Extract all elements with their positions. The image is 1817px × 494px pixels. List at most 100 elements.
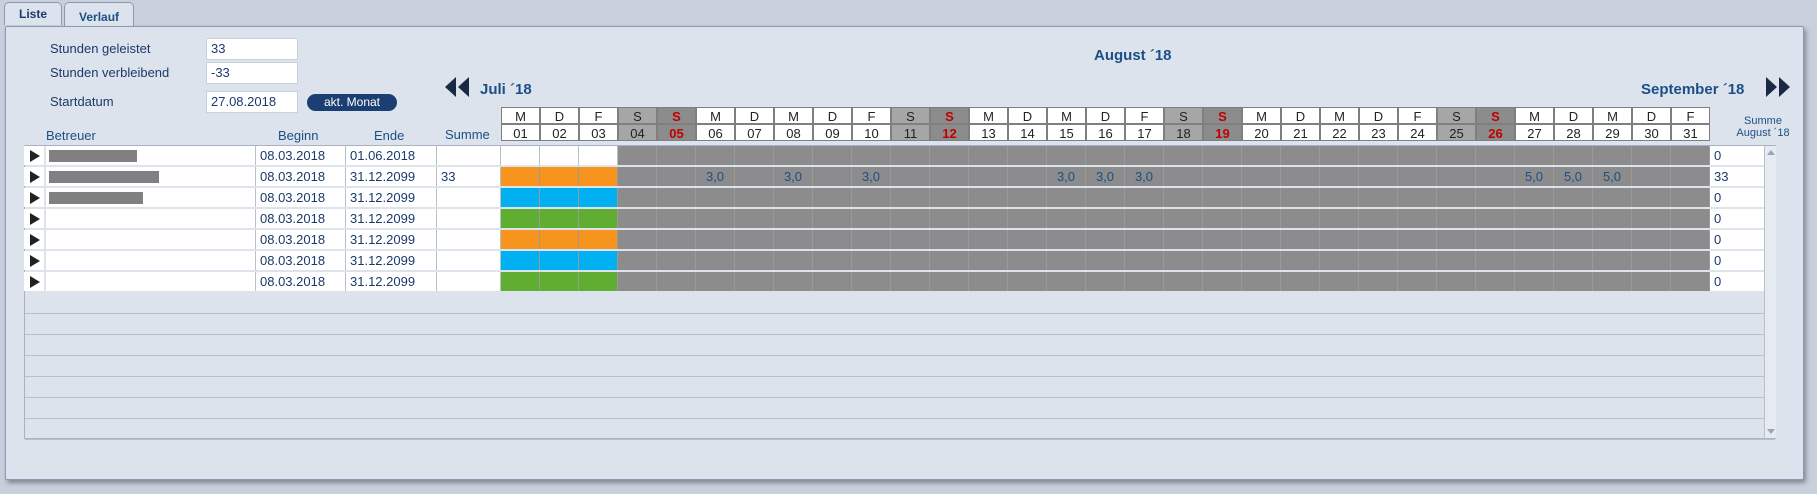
day-cell[interactable] (1203, 146, 1242, 165)
day-cell[interactable] (1593, 146, 1632, 165)
day-cell[interactable] (540, 146, 579, 165)
day-cell[interactable] (1086, 230, 1125, 249)
day-cell[interactable] (579, 167, 618, 186)
day-cell[interactable] (969, 146, 1008, 165)
day-cell[interactable] (1554, 251, 1593, 270)
day-cell[interactable] (774, 188, 813, 207)
day-cell[interactable] (891, 272, 930, 291)
day-cell[interactable] (579, 272, 618, 291)
day-cell[interactable] (1164, 230, 1203, 249)
day-cell[interactable] (1359, 188, 1398, 207)
day-cell[interactable] (1086, 146, 1125, 165)
day-cell[interactable] (735, 188, 774, 207)
day-cell[interactable] (891, 146, 930, 165)
day-cell[interactable] (774, 272, 813, 291)
day-cell[interactable] (1203, 251, 1242, 270)
day-cell[interactable] (1398, 209, 1437, 228)
day-cell[interactable] (1164, 272, 1203, 291)
day-cell[interactable] (852, 251, 891, 270)
day-cell[interactable] (1671, 230, 1710, 249)
day-cell[interactable] (891, 167, 930, 186)
day-cell[interactable] (774, 146, 813, 165)
day-cell[interactable] (1047, 146, 1086, 165)
day-cell[interactable] (618, 146, 657, 165)
day-cell[interactable] (1125, 272, 1164, 291)
day-cell[interactable] (1047, 209, 1086, 228)
day-cell[interactable] (969, 188, 1008, 207)
table-row[interactable]: 08.03.2018 31.12.2099 0 (24, 209, 1776, 228)
day-cell[interactable] (579, 209, 618, 228)
hours-done-field[interactable]: 33 (206, 38, 298, 60)
day-cell[interactable] (1437, 230, 1476, 249)
day-cell[interactable] (852, 230, 891, 249)
day-cell[interactable] (618, 209, 657, 228)
day-cell[interactable] (1593, 272, 1632, 291)
day-cell[interactable] (1671, 146, 1710, 165)
day-cell[interactable] (1164, 251, 1203, 270)
day-cell[interactable] (1164, 146, 1203, 165)
day-cell[interactable] (1515, 272, 1554, 291)
day-cell[interactable] (1632, 167, 1671, 186)
expand-arrow-icon[interactable] (24, 272, 44, 291)
day-cell[interactable] (618, 251, 657, 270)
next-month-icon[interactable] (1765, 76, 1791, 98)
day-cell[interactable] (1359, 230, 1398, 249)
day-cell[interactable] (930, 167, 969, 186)
day-cell[interactable] (1437, 167, 1476, 186)
day-cell[interactable] (1086, 209, 1125, 228)
day-cell[interactable] (657, 209, 696, 228)
day-cell[interactable] (813, 251, 852, 270)
day-cell[interactable] (891, 188, 930, 207)
day-cell[interactable] (1476, 251, 1515, 270)
tab-liste[interactable]: Liste (4, 2, 63, 25)
day-cell[interactable] (1281, 230, 1320, 249)
day-cell[interactable] (1320, 251, 1359, 270)
day-cell[interactable] (930, 146, 969, 165)
vertical-scrollbar[interactable] (1764, 146, 1776, 438)
day-cell[interactable] (1320, 230, 1359, 249)
day-cell[interactable] (696, 209, 735, 228)
day-cell[interactable] (1008, 167, 1047, 186)
day-cell[interactable] (696, 188, 735, 207)
day-cell[interactable] (813, 272, 852, 291)
day-cell[interactable] (774, 209, 813, 228)
day-cell[interactable] (1008, 272, 1047, 291)
day-cell[interactable] (540, 167, 579, 186)
day-cell[interactable] (930, 272, 969, 291)
day-cell[interactable] (1242, 188, 1281, 207)
day-cell[interactable] (735, 230, 774, 249)
day-cell[interactable] (1593, 188, 1632, 207)
day-cell[interactable] (1671, 167, 1710, 186)
day-cell[interactable]: 5,0 (1593, 167, 1632, 186)
day-cell[interactable] (1437, 251, 1476, 270)
expand-arrow-icon[interactable] (24, 230, 44, 249)
table-row[interactable]: 08.03.2018 31.12.2099 0 (24, 251, 1776, 270)
day-cell[interactable] (501, 251, 540, 270)
prev-month-icon[interactable] (444, 76, 470, 98)
day-cell[interactable] (1476, 167, 1515, 186)
day-cell[interactable] (852, 209, 891, 228)
day-cell[interactable] (696, 146, 735, 165)
day-cell[interactable] (1320, 188, 1359, 207)
day-cell[interactable] (852, 272, 891, 291)
day-cell[interactable] (1242, 209, 1281, 228)
day-cell[interactable] (540, 230, 579, 249)
day-cell[interactable] (657, 188, 696, 207)
day-cell[interactable] (1164, 167, 1203, 186)
day-cell[interactable] (1086, 251, 1125, 270)
day-cell[interactable]: 3,0 (1047, 167, 1086, 186)
day-cell[interactable] (1242, 251, 1281, 270)
day-cell[interactable] (1515, 251, 1554, 270)
day-cell[interactable] (1359, 251, 1398, 270)
day-cell[interactable] (1008, 209, 1047, 228)
day-cell[interactable]: 3,0 (774, 167, 813, 186)
day-cell[interactable] (1398, 230, 1437, 249)
day-cell[interactable] (930, 230, 969, 249)
day-cell[interactable] (540, 272, 579, 291)
day-cell[interactable] (1281, 272, 1320, 291)
day-cell[interactable] (1554, 188, 1593, 207)
day-cell[interactable] (501, 272, 540, 291)
day-cell[interactable] (1008, 230, 1047, 249)
day-cell[interactable] (1203, 167, 1242, 186)
day-cell[interactable] (579, 230, 618, 249)
